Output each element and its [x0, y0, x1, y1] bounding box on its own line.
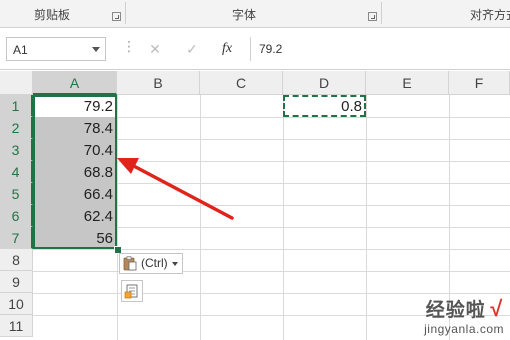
ribbon-divider [125, 2, 126, 24]
selection-border [33, 95, 117, 249]
chevron-down-icon[interactable] [92, 47, 100, 52]
column-header-f[interactable]: F [449, 71, 510, 95]
ribbon-group-alignment[interactable]: 对齐方式 [470, 6, 510, 23]
row-header-5[interactable]: 5 [0, 183, 33, 205]
formula-input[interactable]: 79.2 [250, 37, 510, 61]
name-box-value: A1 [13, 43, 28, 57]
row-header-8[interactable]: 8 [0, 249, 33, 271]
paste-options-label: (Ctrl) [141, 256, 168, 270]
column-header-c[interactable]: C [200, 71, 283, 95]
chevron-down-icon[interactable] [172, 262, 178, 266]
ribbon: 剪贴板 字体 对齐方式 [0, 0, 510, 28]
column-header-b[interactable]: B [117, 71, 200, 95]
column-header-e[interactable]: E [366, 71, 449, 95]
gridline [366, 95, 367, 340]
cancel-icon[interactable]: ✕ [144, 38, 166, 60]
copy-marquee [283, 95, 366, 117]
formula-bar: A1 ✕ ✓ fx 79.2 [0, 28, 510, 70]
quick-analysis-button[interactable] [121, 280, 143, 302]
row-header-2[interactable]: 2 [0, 117, 33, 139]
more-dots-icon [122, 38, 136, 58]
gridline [200, 95, 201, 340]
watermark-title: 经验啦 [425, 300, 486, 321]
ribbon-group-font[interactable]: 字体 [232, 6, 256, 23]
check-icon: √ [490, 296, 503, 321]
clipboard-launcher-icon[interactable] [112, 12, 121, 21]
row-header-1[interactable]: 1 [0, 95, 33, 117]
row-header-7[interactable]: 7 [0, 227, 33, 249]
gridline [33, 293, 510, 294]
font-launcher-icon[interactable] [368, 12, 377, 21]
enter-icon[interactable]: ✓ [181, 38, 203, 60]
row-header-4[interactable]: 4 [0, 161, 33, 183]
watermark-url: jingyanla.com [424, 322, 504, 336]
select-all-corner[interactable] [0, 71, 33, 95]
clipboard-icon [123, 256, 137, 271]
column-header-d[interactable]: D [283, 71, 366, 95]
ribbon-group-clipboard[interactable]: 剪贴板 [34, 6, 70, 23]
column-header-a[interactable]: A [33, 71, 117, 95]
insert-function-button[interactable]: fx [216, 38, 238, 60]
gridline [33, 249, 510, 250]
quick-analysis-icon [124, 284, 138, 299]
row-header-11[interactable]: 11 [0, 315, 33, 337]
row-header-9[interactable]: 9 [0, 271, 33, 293]
row-header-6[interactable]: 6 [0, 205, 33, 227]
name-box[interactable]: A1 [6, 37, 106, 61]
row-header-3[interactable]: 3 [0, 139, 33, 161]
watermark-logo: 经验啦 √ jingyanla.com [424, 295, 504, 336]
gridline [117, 95, 118, 340]
gridline [33, 271, 510, 272]
row-header-10[interactable]: 10 [0, 293, 33, 315]
paste-options-button[interactable]: (Ctrl) [119, 253, 183, 274]
gridline [283, 95, 284, 340]
ribbon-divider [381, 2, 382, 24]
